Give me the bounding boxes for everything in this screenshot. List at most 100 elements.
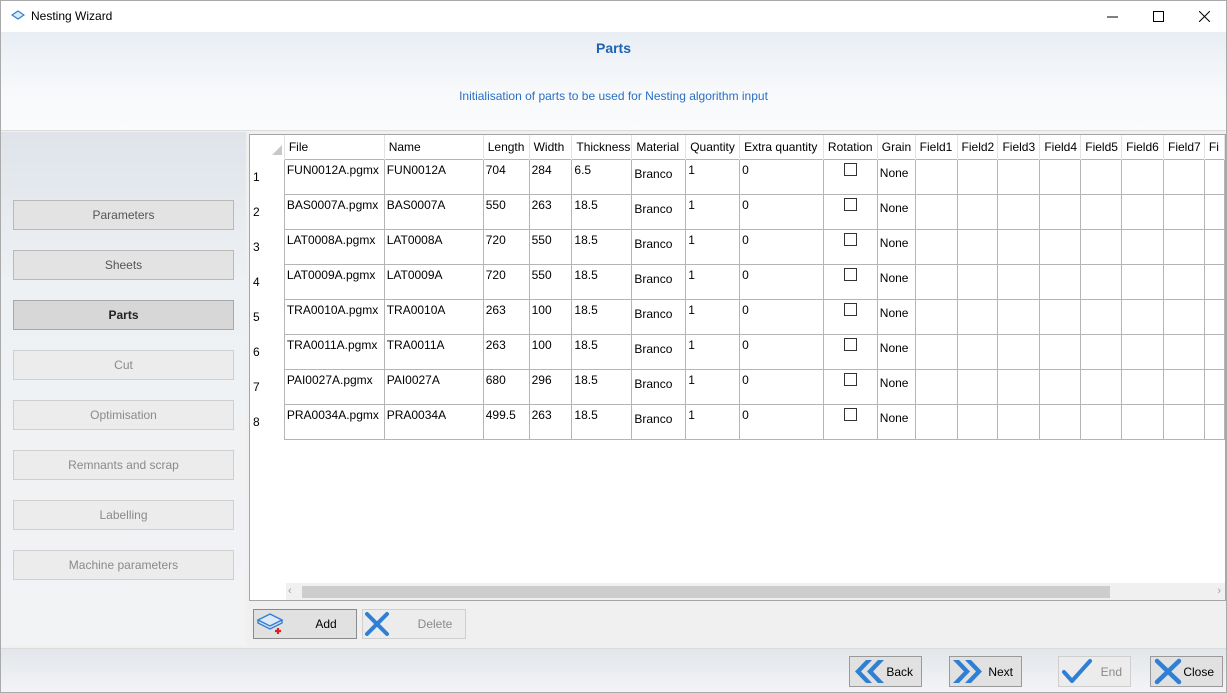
column-header[interactable]: Fi [1204,135,1225,159]
table-row[interactable]: 6 TRA0011A.pgmx TRA0011A 263 100 18.5 Branco 1 0… [250,333,1225,370]
table-row[interactable]: 7 PAI0027A.pgmx PAI0027A 680 296 18.5 Branco 1 0… [250,368,1225,405]
thickness-cell[interactable]: 18.5 [571,298,633,335]
custom-field-cell[interactable] [1080,158,1123,195]
column-header[interactable]: Field7 [1163,135,1205,159]
custom-field-cell[interactable] [1121,298,1165,335]
next-button[interactable]: Next [949,656,1022,687]
custom-field-cell[interactable] [1080,228,1123,265]
file-cell[interactable]: LAT0009A.pgmx [283,263,385,300]
select-all-corner[interactable] [250,135,285,159]
custom-field-cell[interactable] [1121,193,1165,230]
width-cell[interactable]: 296 [528,368,573,405]
length-cell[interactable]: 704 [482,158,530,195]
custom-field-cell[interactable] [1203,193,1225,230]
custom-field-cell[interactable] [1080,403,1123,440]
custom-field-cell[interactable] [1203,263,1225,300]
custom-field-cell[interactable] [914,368,958,405]
rotation-cell[interactable] [822,263,878,300]
extra-quantity-cell[interactable]: 0 [739,298,824,335]
extra-quantity-cell[interactable]: 0 [739,403,824,440]
custom-field-cell[interactable] [914,333,958,370]
column-header[interactable]: Grain [877,135,916,159]
rotation-checkbox[interactable] [843,302,857,316]
grain-cell[interactable]: None [876,368,916,405]
length-cell[interactable]: 720 [482,263,530,300]
name-cell[interactable]: LAT0009A [383,263,484,300]
extra-quantity-cell[interactable]: 0 [739,263,824,300]
material-cell[interactable]: Branco [631,193,687,230]
table-row[interactable]: 4 LAT0009A.pgmx LAT0009A 720 550 18.5 Branco 1 0… [250,263,1225,300]
file-cell[interactable]: TRA0010A.pgmx [283,298,385,335]
width-cell[interactable]: 284 [528,158,573,195]
custom-field-cell[interactable] [1080,298,1123,335]
custom-field-cell[interactable] [914,193,958,230]
custom-field-cell[interactable] [997,333,1041,370]
file-cell[interactable]: PRA0034A.pgmx [283,403,385,440]
rotation-checkbox[interactable] [843,232,857,246]
custom-field-cell[interactable] [956,403,999,440]
custom-field-cell[interactable] [1163,368,1205,405]
rotation-checkbox[interactable] [843,372,857,386]
custom-field-cell[interactable] [1039,333,1082,370]
custom-field-cell[interactable] [997,158,1041,195]
custom-field-cell[interactable] [1039,263,1082,300]
quantity-cell[interactable]: 1 [685,228,741,265]
rotation-cell[interactable] [822,298,878,335]
material-cell[interactable]: Branco [631,368,687,405]
step-sheets-button[interactable]: Sheets [13,250,234,280]
quantity-cell[interactable]: 1 [685,333,741,370]
custom-field-cell[interactable] [956,158,999,195]
table-row[interactable]: 2 BAS0007A.pgmx BAS0007A 550 263 18.5 Branco 1 0… [250,193,1225,230]
custom-field-cell[interactable] [1203,403,1225,440]
custom-field-cell[interactable] [1163,333,1205,370]
minimize-button[interactable] [1089,1,1135,32]
scrollbar-thumb[interactable] [302,586,1110,598]
length-cell[interactable]: 680 [482,368,530,405]
quantity-cell[interactable]: 1 [685,298,741,335]
custom-field-cell[interactable] [1121,333,1165,370]
column-header[interactable]: Extra quantity [739,135,824,159]
file-cell[interactable]: LAT0008A.pgmx [283,228,385,265]
step-parts-button[interactable]: Parts [13,300,234,330]
custom-field-cell[interactable] [1163,403,1205,440]
custom-field-cell[interactable] [1163,228,1205,265]
column-header[interactable]: Material [631,135,687,159]
custom-field-cell[interactable] [1121,368,1165,405]
file-cell[interactable]: PAI0027A.pgmx [283,368,385,405]
grain-cell[interactable]: None [876,193,916,230]
rotation-cell[interactable] [822,158,878,195]
custom-field-cell[interactable] [1163,263,1205,300]
thickness-cell[interactable]: 18.5 [571,403,633,440]
extra-quantity-cell[interactable]: 0 [739,158,824,195]
column-header[interactable]: Field2 [957,135,999,159]
rotation-checkbox[interactable] [843,267,857,281]
column-header[interactable]: Thickness [571,135,633,159]
quantity-cell[interactable]: 1 [685,193,741,230]
rotation-checkbox[interactable] [843,197,857,211]
custom-field-cell[interactable] [1203,228,1225,265]
custom-field-cell[interactable] [1203,368,1225,405]
thickness-cell[interactable]: 18.5 [571,333,633,370]
grain-cell[interactable]: None [876,263,916,300]
custom-field-cell[interactable] [914,228,958,265]
column-header[interactable]: Field4 [1039,135,1082,159]
name-cell[interactable]: PRA0034A [383,403,484,440]
table-row[interactable]: 1 FUN0012A.pgmx FUN0012A 704 284 6.5 Branco 1 0 N… [250,158,1225,195]
custom-field-cell[interactable] [1203,298,1225,335]
length-cell[interactable]: 263 [482,333,530,370]
custom-field-cell[interactable] [914,403,958,440]
maximize-button[interactable] [1135,1,1181,32]
thickness-cell[interactable]: 18.5 [571,263,633,300]
custom-field-cell[interactable] [914,158,958,195]
material-cell[interactable]: Branco [631,158,687,195]
quantity-cell[interactable]: 1 [685,368,741,405]
material-cell[interactable]: Branco [631,403,687,440]
quantity-cell[interactable]: 1 [685,158,741,195]
custom-field-cell[interactable] [1039,298,1082,335]
column-header[interactable]: Width [529,135,573,159]
grain-cell[interactable]: None [876,228,916,265]
custom-field-cell[interactable] [1121,263,1165,300]
step-parameters-button[interactable]: Parameters [13,200,234,230]
scroll-right-arrow-icon[interactable]: › [1209,585,1221,597]
extra-quantity-cell[interactable]: 0 [739,368,824,405]
